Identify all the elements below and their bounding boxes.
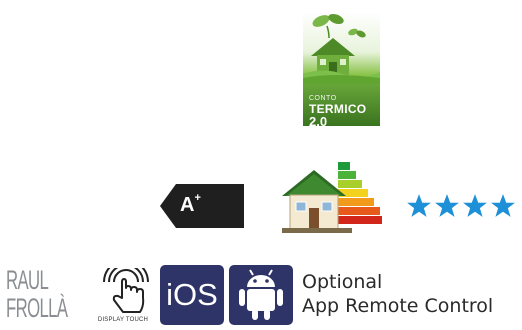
- touch-hand-icon: [103, 259, 149, 313]
- display-touch-feature: DISPLAY TOUCH: [92, 259, 154, 325]
- star-icon: [435, 194, 459, 217]
- energy-class-text: A+: [180, 192, 201, 216]
- conto-termico-badge: CONTO TERMICO 2.0: [303, 12, 380, 129]
- raul-frolla-logo: RAUL FROLLÀ: [6, 265, 86, 325]
- star-icon: [463, 194, 487, 217]
- star-icon: [491, 194, 515, 217]
- version-label: 2.0: [309, 114, 328, 129]
- android-badge: [229, 265, 293, 325]
- optional-line-2: App Remote Control: [302, 295, 494, 317]
- logo-line-1: RAUL: [6, 265, 49, 295]
- logo-line-2: FROLLÀ: [6, 293, 68, 323]
- optional-app-text: Optional App Remote Control: [302, 270, 493, 318]
- android-icon: [239, 269, 283, 320]
- energy-arrow-shape: [160, 184, 244, 228]
- star-rating: [406, 193, 522, 219]
- conto-label: CONTO: [309, 95, 337, 102]
- energy-class-label: A+: [160, 184, 244, 228]
- energy-efficiency-house-icon: [282, 160, 382, 234]
- optional-line-1: Optional: [302, 271, 383, 293]
- display-touch-label: DISPLAY TOUCH: [97, 317, 149, 323]
- ios-badge: iOS: [160, 265, 224, 325]
- star-icon: [407, 194, 431, 217]
